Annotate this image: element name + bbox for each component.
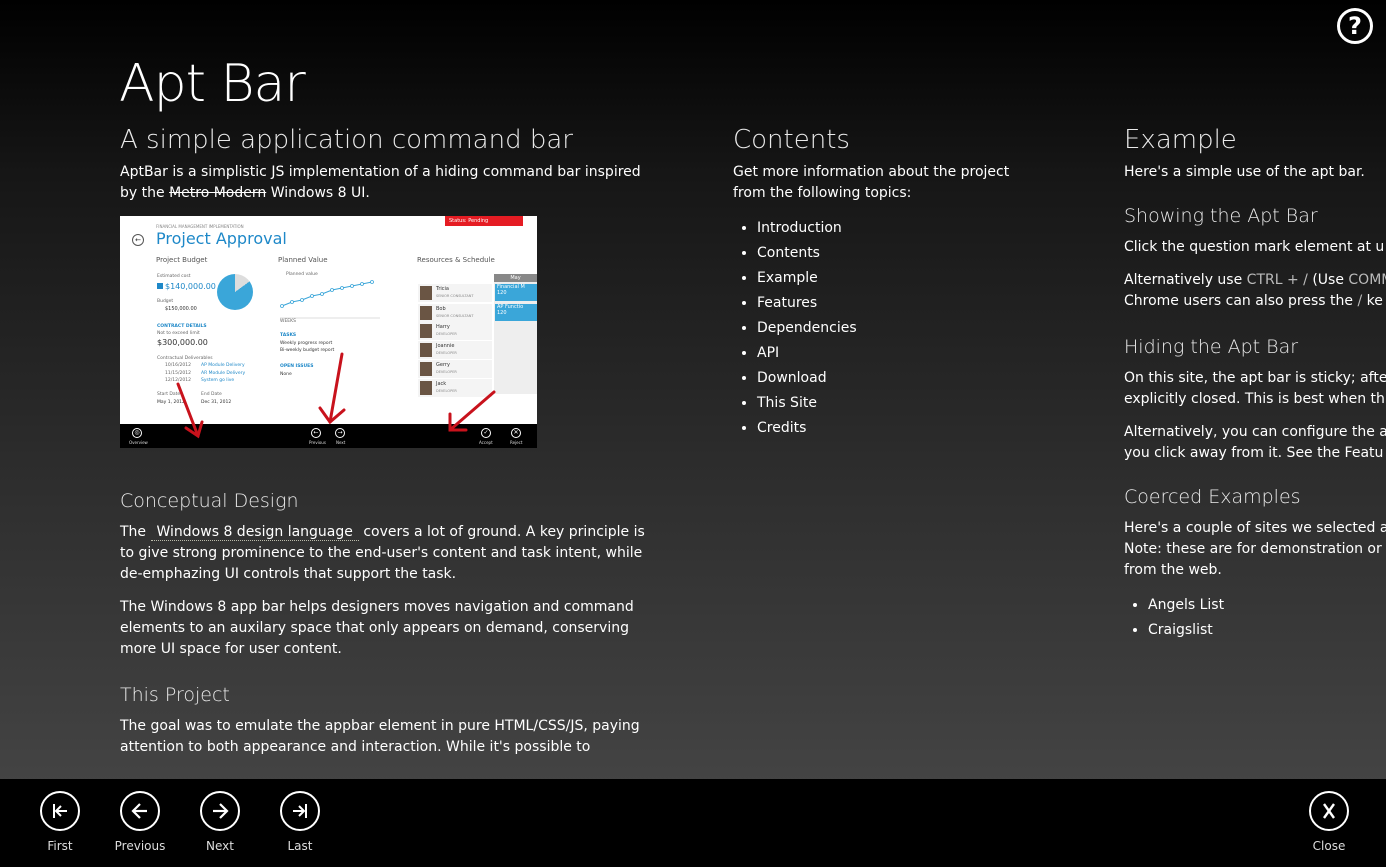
coerced-text: from the web.	[1124, 562, 1222, 578]
app-screenshot-thumbnail: Status: Pending FINANCIAL MANAGEMENT IMP…	[120, 216, 537, 448]
hiding-text: On this site, the apt bar is sticky; aft…	[1124, 370, 1386, 386]
windows-8-design-language-link[interactable]: Windows 8 design language	[150, 524, 359, 541]
site-link-angels-list[interactable]: Angels List	[1148, 593, 1386, 618]
close-button[interactable]: Close	[1289, 791, 1369, 853]
contents-link-credits[interactable]: Credits	[757, 416, 1053, 441]
intro-paragraph: AptBar is a simplistic JS implementation…	[120, 162, 660, 204]
showing-text: (Use	[1307, 272, 1349, 288]
intro-text-end: Windows 8 UI.	[266, 185, 370, 201]
contents-intro: Get more information about the project fr…	[733, 162, 1053, 204]
red-arrows-annotation	[176, 352, 496, 439]
help-button[interactable]: ?	[1337, 8, 1373, 44]
contents-link-this-site[interactable]: This Site	[757, 391, 1053, 416]
app-command-bar: First Previous Next Last Close	[0, 779, 1386, 867]
example-heading: Example	[1124, 125, 1237, 155]
last-label: Last	[287, 839, 313, 853]
hiding-heading: Hiding the Apt Bar	[1124, 336, 1299, 358]
contents-link-api[interactable]: API	[757, 341, 1053, 366]
this-project-paragraph: The goal was to emulate the appbar eleme…	[120, 718, 640, 755]
page-title: Apt Bar	[119, 54, 306, 114]
example-intro: Here's a simple use of the apt bar.	[1124, 164, 1365, 180]
last-button[interactable]: Last	[260, 791, 340, 853]
contents-link-dependencies[interactable]: Dependencies	[757, 316, 1053, 341]
coerced-text: Note: these are for demonstration or	[1124, 541, 1382, 557]
red-arrow-icon	[448, 390, 496, 432]
showing-paragraph-2: Alternatively use CTRL + / (Use COMM Chro…	[1124, 270, 1386, 312]
hiding-paragraph-1: On this site, the apt bar is sticky; aft…	[1124, 368, 1386, 410]
next-icon	[200, 791, 240, 831]
showing-text: Chrome users can also press the	[1124, 293, 1358, 309]
conceptual-design-paragraph: The Windows 8 design language covers a l…	[120, 522, 660, 585]
contents-link-introduction[interactable]: Introduction	[757, 216, 1053, 241]
coerced-sites-list: Angels List Craigslist	[1124, 593, 1386, 643]
contents-heading: Contents	[733, 125, 850, 155]
contents-column: Contents Get more information about the …	[733, 124, 1053, 441]
previous-icon	[120, 791, 160, 831]
first-button[interactable]: First	[20, 791, 100, 853]
first-icon	[40, 791, 80, 831]
site-link-craigslist[interactable]: Craigslist	[1148, 618, 1386, 643]
example-column: Example Here's a simple use of the apt b…	[1124, 124, 1386, 643]
struck-text: Metro Modern	[169, 185, 267, 201]
coerced-text: Here's a couple of sites we selected a	[1124, 520, 1386, 536]
conceptual-design-paragraph-2: The Windows 8 app bar helps designers mo…	[120, 599, 634, 657]
last-icon	[280, 791, 320, 831]
contents-link-contents[interactable]: Contents	[757, 241, 1053, 266]
contents-list: Introduction Contents Example Features D…	[733, 216, 1053, 441]
hiding-text: Alternatively, you can configure the a	[1124, 424, 1386, 440]
first-label: First	[47, 839, 73, 853]
coerced-heading: Coerced Examples	[1124, 486, 1301, 508]
hiding-text: you click away from it. See the Featu	[1124, 445, 1384, 461]
conceptual-design-heading: Conceptual Design	[120, 490, 299, 512]
hiding-text: explicitly closed. This is best when th	[1124, 391, 1385, 407]
contents-link-example[interactable]: Example	[757, 266, 1053, 291]
showing-text: ke	[1362, 293, 1383, 309]
showing-heading: Showing the Apt Bar	[1124, 205, 1318, 227]
contents-intro-line: from the following topics:	[733, 185, 912, 201]
this-project-heading: This Project	[120, 684, 230, 706]
previous-button[interactable]: Previous	[100, 791, 180, 853]
showing-paragraph-1: Click the question mark element at u	[1124, 239, 1385, 255]
contents-intro-line: Get more information about the project	[733, 164, 1010, 180]
cd-text: The	[120, 524, 151, 540]
shortcut-keys: CTRL + /	[1246, 272, 1308, 288]
contents-link-features[interactable]: Features	[757, 291, 1053, 316]
coerced-paragraph: Here's a couple of sites we selected a No…	[1124, 518, 1386, 581]
shortcut-keys: COMM	[1348, 272, 1386, 288]
showing-text: Alternatively use	[1124, 272, 1247, 288]
intro-column: A simple application command bar AptBar …	[120, 124, 660, 770]
next-label: Next	[206, 839, 234, 853]
next-button[interactable]: Next	[180, 791, 260, 853]
close-label: Close	[1312, 839, 1346, 853]
page-subtitle: A simple application command bar	[120, 125, 573, 155]
hiding-paragraph-2: Alternatively, you can configure the a yo…	[1124, 422, 1386, 464]
contents-link-download[interactable]: Download	[757, 366, 1053, 391]
previous-label: Previous	[114, 839, 166, 853]
close-icon	[1309, 791, 1349, 831]
